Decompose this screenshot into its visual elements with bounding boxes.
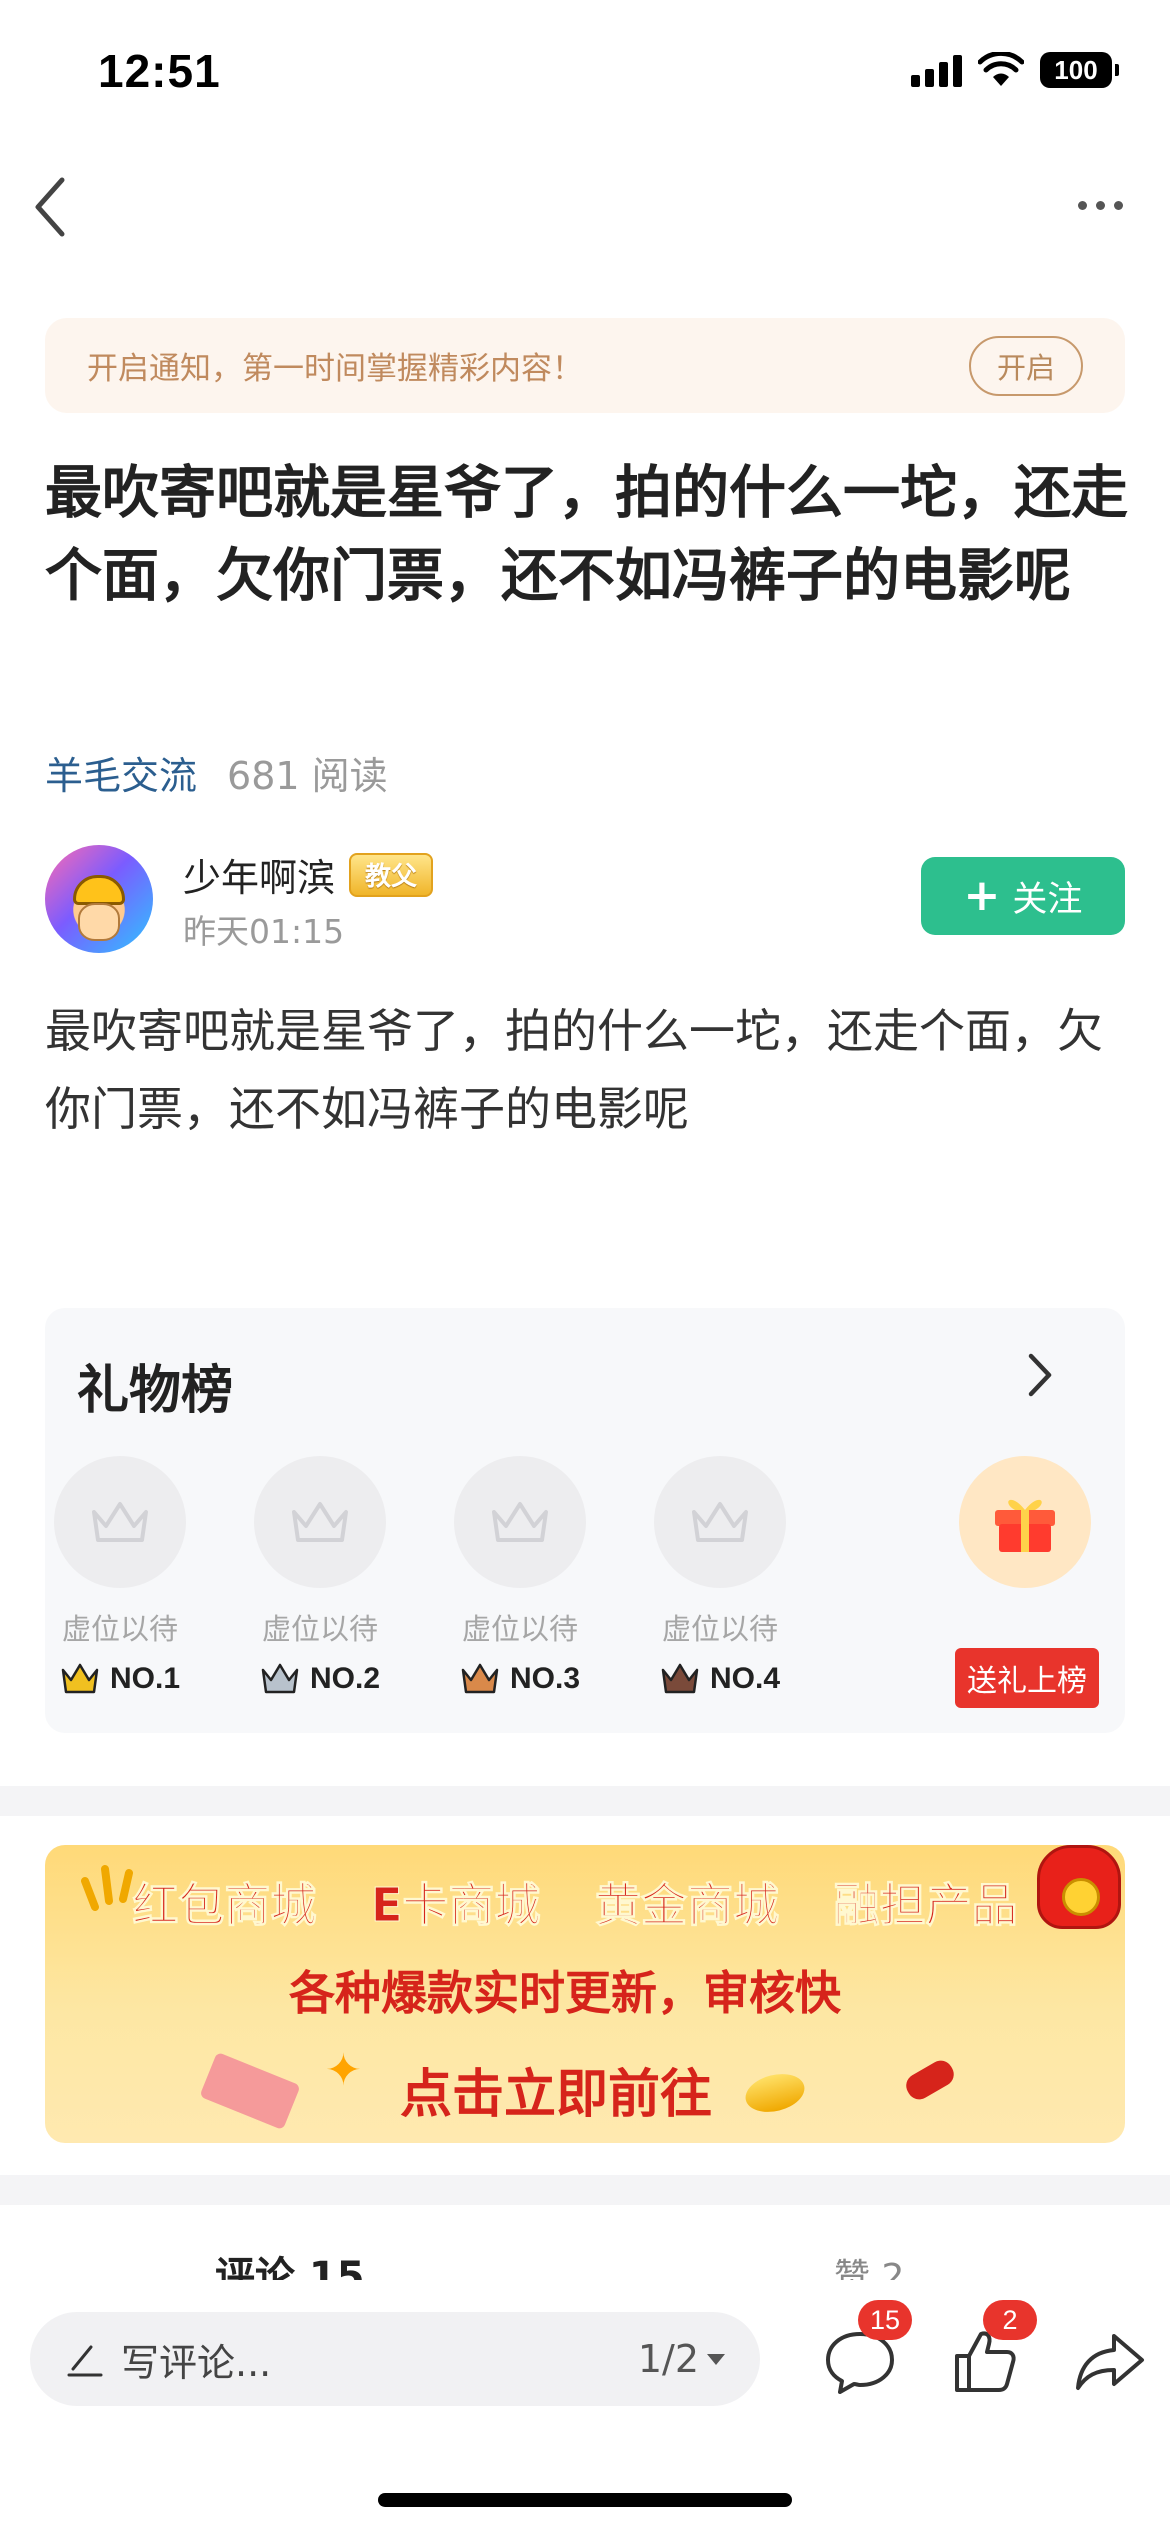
comment-placeholder: 写评论... (121, 2340, 272, 2385)
pen-icon (67, 2345, 103, 2377)
promo-category: 黄金商城 (595, 1878, 780, 1933)
promo-categories: 红包商城 E卡商城 黄金商城 融担产品 (45, 1869, 1125, 1935)
empty-seat (54, 1456, 186, 1588)
sparkle-icon: ✦ (325, 2045, 362, 2096)
like-count-badge: 2 (983, 2300, 1037, 2340)
crown-outline-icon (292, 1502, 348, 1542)
gift-slot-3: 虚位以待 NO.3 (450, 1456, 590, 1696)
promo-subtitle: 各种爆款实时更新，审核快 (289, 1966, 841, 2020)
ticket-decoration (199, 2051, 301, 2131)
avatar-hardhat (73, 875, 125, 905)
empty-seat (654, 1456, 786, 1588)
slot-placeholder: 虚位以待 (261, 1612, 378, 1646)
promo-category: 融担产品 (833, 1878, 1018, 1933)
share-arrow-icon (1076, 2334, 1144, 2390)
promo-category: E卡商城 (370, 1878, 541, 1933)
crown-outline-icon (492, 1502, 548, 1542)
empty-seat (254, 1456, 386, 1588)
slot-rank: NO.1 (50, 1662, 190, 1696)
notification-prompt-text: 开启通知，第一时间掌握精彩内容！ (87, 351, 583, 387)
slot-placeholder: 虚位以待 (61, 1612, 178, 1646)
comments-button[interactable]: 15 (820, 2300, 912, 2400)
avatar[interactable] (45, 845, 153, 953)
slot-placeholder: 虚位以待 (461, 1612, 578, 1646)
rank-label: NO.1 (109, 1662, 181, 1695)
share-button[interactable] (1070, 2320, 1150, 2400)
send-gift-label: 送礼上榜 (955, 1648, 1099, 1708)
author-row: 少年啊滨 教父 昨天01:15 + 关注 (45, 845, 1125, 957)
gift-box-icon (995, 1499, 1055, 1552)
gift-slot-2: 虚位以待 NO.2 (250, 1456, 390, 1696)
section-divider (0, 1786, 1170, 1816)
post-detail-screen: 12:51 100 开启通知，第一时间掌握精彩内容！ 开启 最吹寄吧就是星爷了，… (0, 0, 1170, 2532)
notification-prompt: 开启通知，第一时间掌握精彩内容！ 开启 (45, 318, 1125, 413)
crown-outline-icon (692, 1502, 748, 1542)
rank-label: NO.2 (309, 1662, 381, 1695)
home-indicator-bar (378, 2493, 792, 2507)
status-icons: 100 (911, 52, 1119, 88)
comment-input[interactable]: 写评论... 1/2 (30, 2312, 760, 2406)
more-options-button[interactable] (1060, 180, 1140, 230)
crown-silver-icon (261, 1663, 299, 1694)
follow-label: 关注 (1012, 879, 1083, 920)
wifi-icon (978, 52, 1024, 86)
page-indicator: 1/2 (637, 2337, 699, 2381)
battery-icon: 100 (1040, 52, 1119, 88)
chevron-right-icon (1028, 1353, 1052, 1397)
status-bar: 12:51 100 (0, 0, 1170, 150)
gift-slot-4: 虚位以待 NO.4 (650, 1456, 790, 1696)
post-title: 最吹寄吧就是星爷了，拍的什么一坨，还走个面，欠你门票，还不如冯裤子的电影呢 (45, 460, 1128, 609)
more-dot-icon (1113, 200, 1123, 210)
promo-banner[interactable]: 红包商城 E卡商城 黄金商城 融担产品 各种爆款实时更新，审核快 ✦ 点击立即前… (45, 1845, 1125, 2143)
send-gift-button[interactable]: 送礼上榜 (955, 1456, 1099, 1708)
gift-board-more-button[interactable] (1025, 1350, 1075, 1410)
crown-outline-icon (92, 1502, 148, 1542)
plus-icon: + (963, 870, 1001, 921)
nav-bar (0, 160, 1170, 250)
more-dot-icon (1095, 200, 1105, 210)
coin-decoration (741, 2068, 809, 2118)
red-envelope-mascot-icon (1037, 1845, 1121, 1929)
gift-slot-1: 虚位以待 NO.1 (50, 1456, 190, 1696)
post-body: 最吹寄吧就是星爷了，拍的什么一坨，还走个面，欠你门票，还不如冯裤子的电影呢 (45, 1004, 1103, 1136)
author-name-row: 少年啊滨 教父 (183, 847, 434, 902)
empty-seat (454, 1456, 586, 1588)
status-time: 12:51 (98, 45, 221, 97)
chevron-left-icon (35, 177, 65, 237)
page-selector[interactable]: 1/2 (638, 2337, 725, 2381)
ribbon-decoration (901, 2056, 959, 2104)
section-divider (0, 2175, 1170, 2205)
read-count: 681 阅读 (227, 754, 388, 798)
slot-rank: NO.3 (450, 1662, 590, 1696)
more-dot-icon (1077, 200, 1087, 210)
slot-rank: NO.4 (650, 1662, 790, 1696)
rank-label: NO.3 (509, 1662, 581, 1695)
avatar-face (78, 903, 120, 941)
rank-label: NO.4 (709, 1662, 781, 1695)
crown-gold-icon (61, 1663, 99, 1694)
like-button[interactable]: 2 (945, 2300, 1037, 2400)
crown-dark-icon (661, 1663, 699, 1694)
back-button[interactable] (30, 172, 90, 242)
cellular-signal-icon (911, 53, 962, 87)
author-name[interactable]: 少年啊滨 (183, 847, 335, 902)
crown-bronze-icon (461, 1663, 499, 1694)
channel-link[interactable]: 羊毛交流 (45, 745, 197, 800)
gift-board-title: 礼物榜 (77, 1361, 234, 1421)
follow-button[interactable]: + 关注 (921, 857, 1125, 935)
enable-notification-button[interactable]: 开启 (969, 335, 1083, 396)
gift-board: 礼物榜 虚位以待 NO.1 虚位以待 NO.2 虚位以待 NO.3 虚位以待 N… (45, 1308, 1125, 1733)
slot-placeholder: 虚位以待 (661, 1612, 778, 1646)
author-badge: 教父 (349, 852, 434, 897)
gift-box-circle (959, 1456, 1091, 1588)
caret-down-icon (707, 2353, 725, 2365)
post-meta: 羊毛交流 681 阅读 (45, 745, 388, 800)
comment-count-badge: 15 (858, 2300, 912, 2340)
promo-category: 红包商城 (132, 1878, 317, 1933)
slot-rank: NO.2 (250, 1662, 390, 1696)
post-time: 昨天01:15 (183, 912, 345, 951)
promo-cta: 点击立即前往 (400, 2065, 713, 2125)
